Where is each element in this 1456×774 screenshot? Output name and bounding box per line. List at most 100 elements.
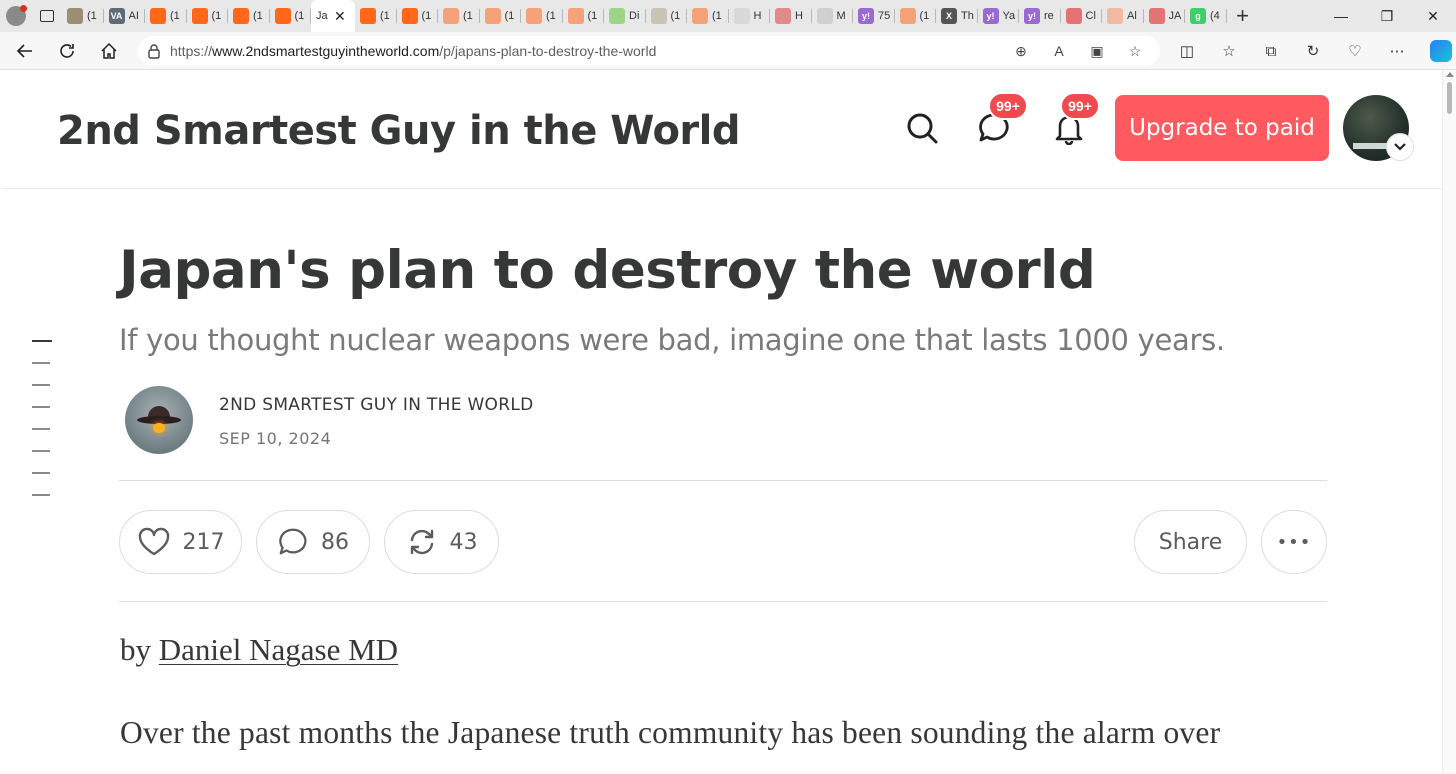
browser-tab[interactable]: (1 [687, 0, 729, 32]
more-options-button[interactable]: ••• [1261, 510, 1327, 574]
tab-actions-button[interactable] [32, 0, 62, 32]
browser-tab[interactable]: (1 [187, 0, 229, 32]
browser-tab[interactable]: (1 [521, 0, 563, 32]
scrollbar-thumb[interactable] [1447, 82, 1452, 114]
upgrade-to-paid-button[interactable]: Upgrade to paid [1115, 95, 1329, 161]
tab-title: Cl [1085, 10, 1096, 22]
browser-tab[interactable]: X Th [936, 0, 978, 32]
like-button[interactable]: 217 [119, 510, 242, 574]
restack-button[interactable]: 43 [384, 510, 499, 574]
publication-name[interactable]: 2nd Smartest Guy in the World [57, 108, 741, 154]
byline-author-link[interactable]: Daniel Nagase MD [159, 632, 398, 667]
immersive-reader-icon[interactable]: ▣ [1078, 43, 1116, 60]
comments-button[interactable]: 86 [256, 510, 370, 574]
tab-title: Di [629, 10, 640, 22]
browser-tab[interactable]: y! re [1019, 0, 1061, 32]
yahoo-icon: y! [858, 8, 874, 24]
author-name[interactable]: 2ND SMARTEST GUY IN THE WORLD [219, 395, 534, 415]
search-button[interactable] [902, 108, 942, 148]
profile-avatar-icon [6, 5, 27, 26]
tab-title: Th [961, 10, 974, 22]
browser-tab[interactable]: Cl [1061, 0, 1103, 32]
browser-tab[interactable]: y! 75 [853, 0, 895, 32]
browser-tab[interactable]: (1 [397, 0, 439, 32]
new-tab-button[interactable]: + [1227, 0, 1259, 32]
toc-item[interactable] [32, 472, 50, 474]
browser-tab[interactable]: Di [604, 0, 646, 32]
tab-title: (1 [253, 10, 263, 22]
browser-tab[interactable]: Al [1102, 0, 1144, 32]
favorite-star-icon[interactable]: ☆ [1116, 43, 1154, 60]
toc-item[interactable] [32, 340, 52, 342]
tab-title: (1 [380, 10, 390, 22]
browser-tab[interactable]: H [770, 0, 812, 32]
page-scrollbar[interactable] [1442, 70, 1456, 774]
split-screen-icon[interactable]: ◫ [1166, 42, 1208, 60]
toc-item[interactable] [32, 362, 50, 364]
copilot-icon[interactable] [1430, 40, 1452, 62]
author-avatar[interactable] [125, 386, 193, 454]
browser-tab[interactable]: g (4 [1185, 0, 1227, 32]
browser-tab[interactable]: (1 [62, 0, 104, 32]
notifications-badge: 99+ [1060, 92, 1100, 120]
browser-tab[interactable]: VA AI [104, 0, 146, 32]
tab-title: (1 [670, 10, 681, 22]
toc-item[interactable] [32, 450, 50, 452]
browser-tab[interactable]: (1 [438, 0, 480, 32]
browser-tab[interactable]: H [729, 0, 771, 32]
tab-title: AI [128, 10, 139, 22]
va-icon: VA [108, 8, 125, 24]
home-button[interactable] [88, 32, 130, 70]
tab-title: (1 [421, 10, 432, 22]
settings-more-icon[interactable]: ⋯ [1376, 42, 1418, 60]
substack-icon [692, 8, 708, 24]
profile-button[interactable] [0, 0, 32, 32]
restore-button[interactable]: ❐ [1364, 0, 1410, 32]
tab-title: (1 [919, 10, 930, 22]
history-icon[interactable]: ↻ [1292, 42, 1334, 60]
browser-tab[interactable]: (1 [270, 0, 312, 32]
substack-icon [443, 8, 459, 24]
toc-item[interactable] [32, 406, 50, 408]
back-button[interactable] [4, 32, 46, 70]
browser-essentials-icon[interactable]: ♡ [1334, 42, 1376, 60]
substack-icon [401, 8, 418, 24]
tab-title: (1 [504, 10, 515, 22]
browser-tab[interactable]: M [812, 0, 854, 32]
byline-prefix: by [120, 632, 151, 667]
browser-tab[interactable]: (1 [563, 0, 605, 32]
share-button[interactable]: Share [1134, 510, 1247, 574]
browser-tab[interactable]: (1 [895, 0, 937, 32]
browser-tab[interactable]: (1 [228, 0, 270, 32]
browser-tab[interactable]: (1 [480, 0, 522, 32]
toc-item[interactable] [32, 384, 50, 386]
read-aloud-icon[interactable]: A [1040, 43, 1078, 59]
browser-tab[interactable]: (1 [646, 0, 688, 32]
lock-icon[interactable] [138, 43, 170, 59]
collections-icon[interactable]: ⧉ [1250, 43, 1292, 60]
tab-title: Ja [316, 10, 328, 22]
tab-title: (1 [712, 10, 722, 22]
tab-active[interactable]: Ja ✕ [311, 0, 355, 32]
refresh-button[interactable] [46, 32, 88, 70]
toc-item[interactable] [32, 494, 50, 496]
browser-tab[interactable]: (1 [355, 0, 397, 32]
browser-tab[interactable]: (1 [145, 0, 187, 32]
tab-title: (1 [546, 10, 556, 22]
zoom-icon[interactable]: ⊕ [1002, 43, 1040, 60]
browser-tab[interactable]: y! Ya [978, 0, 1020, 32]
close-window-button[interactable]: ✕ [1410, 0, 1456, 32]
address-bar[interactable]: https://www.2ndsmartestguyintheworld.com… [138, 36, 1160, 66]
tab-title: (1 [463, 10, 473, 22]
favorites-icon[interactable]: ☆ [1208, 42, 1250, 60]
toc-item[interactable] [32, 428, 50, 430]
minimize-button[interactable]: — [1318, 0, 1364, 32]
substack-icon [526, 8, 542, 24]
scroll-up-arrow-icon[interactable] [1446, 72, 1454, 77]
browser-tab[interactable]: JA [1144, 0, 1186, 32]
tab-title: H [753, 10, 762, 22]
page-icon [733, 8, 750, 24]
account-menu-chevron[interactable] [1386, 133, 1414, 161]
table-of-contents-rail[interactable] [32, 340, 52, 516]
tab-close-icon[interactable]: ✕ [334, 8, 346, 25]
